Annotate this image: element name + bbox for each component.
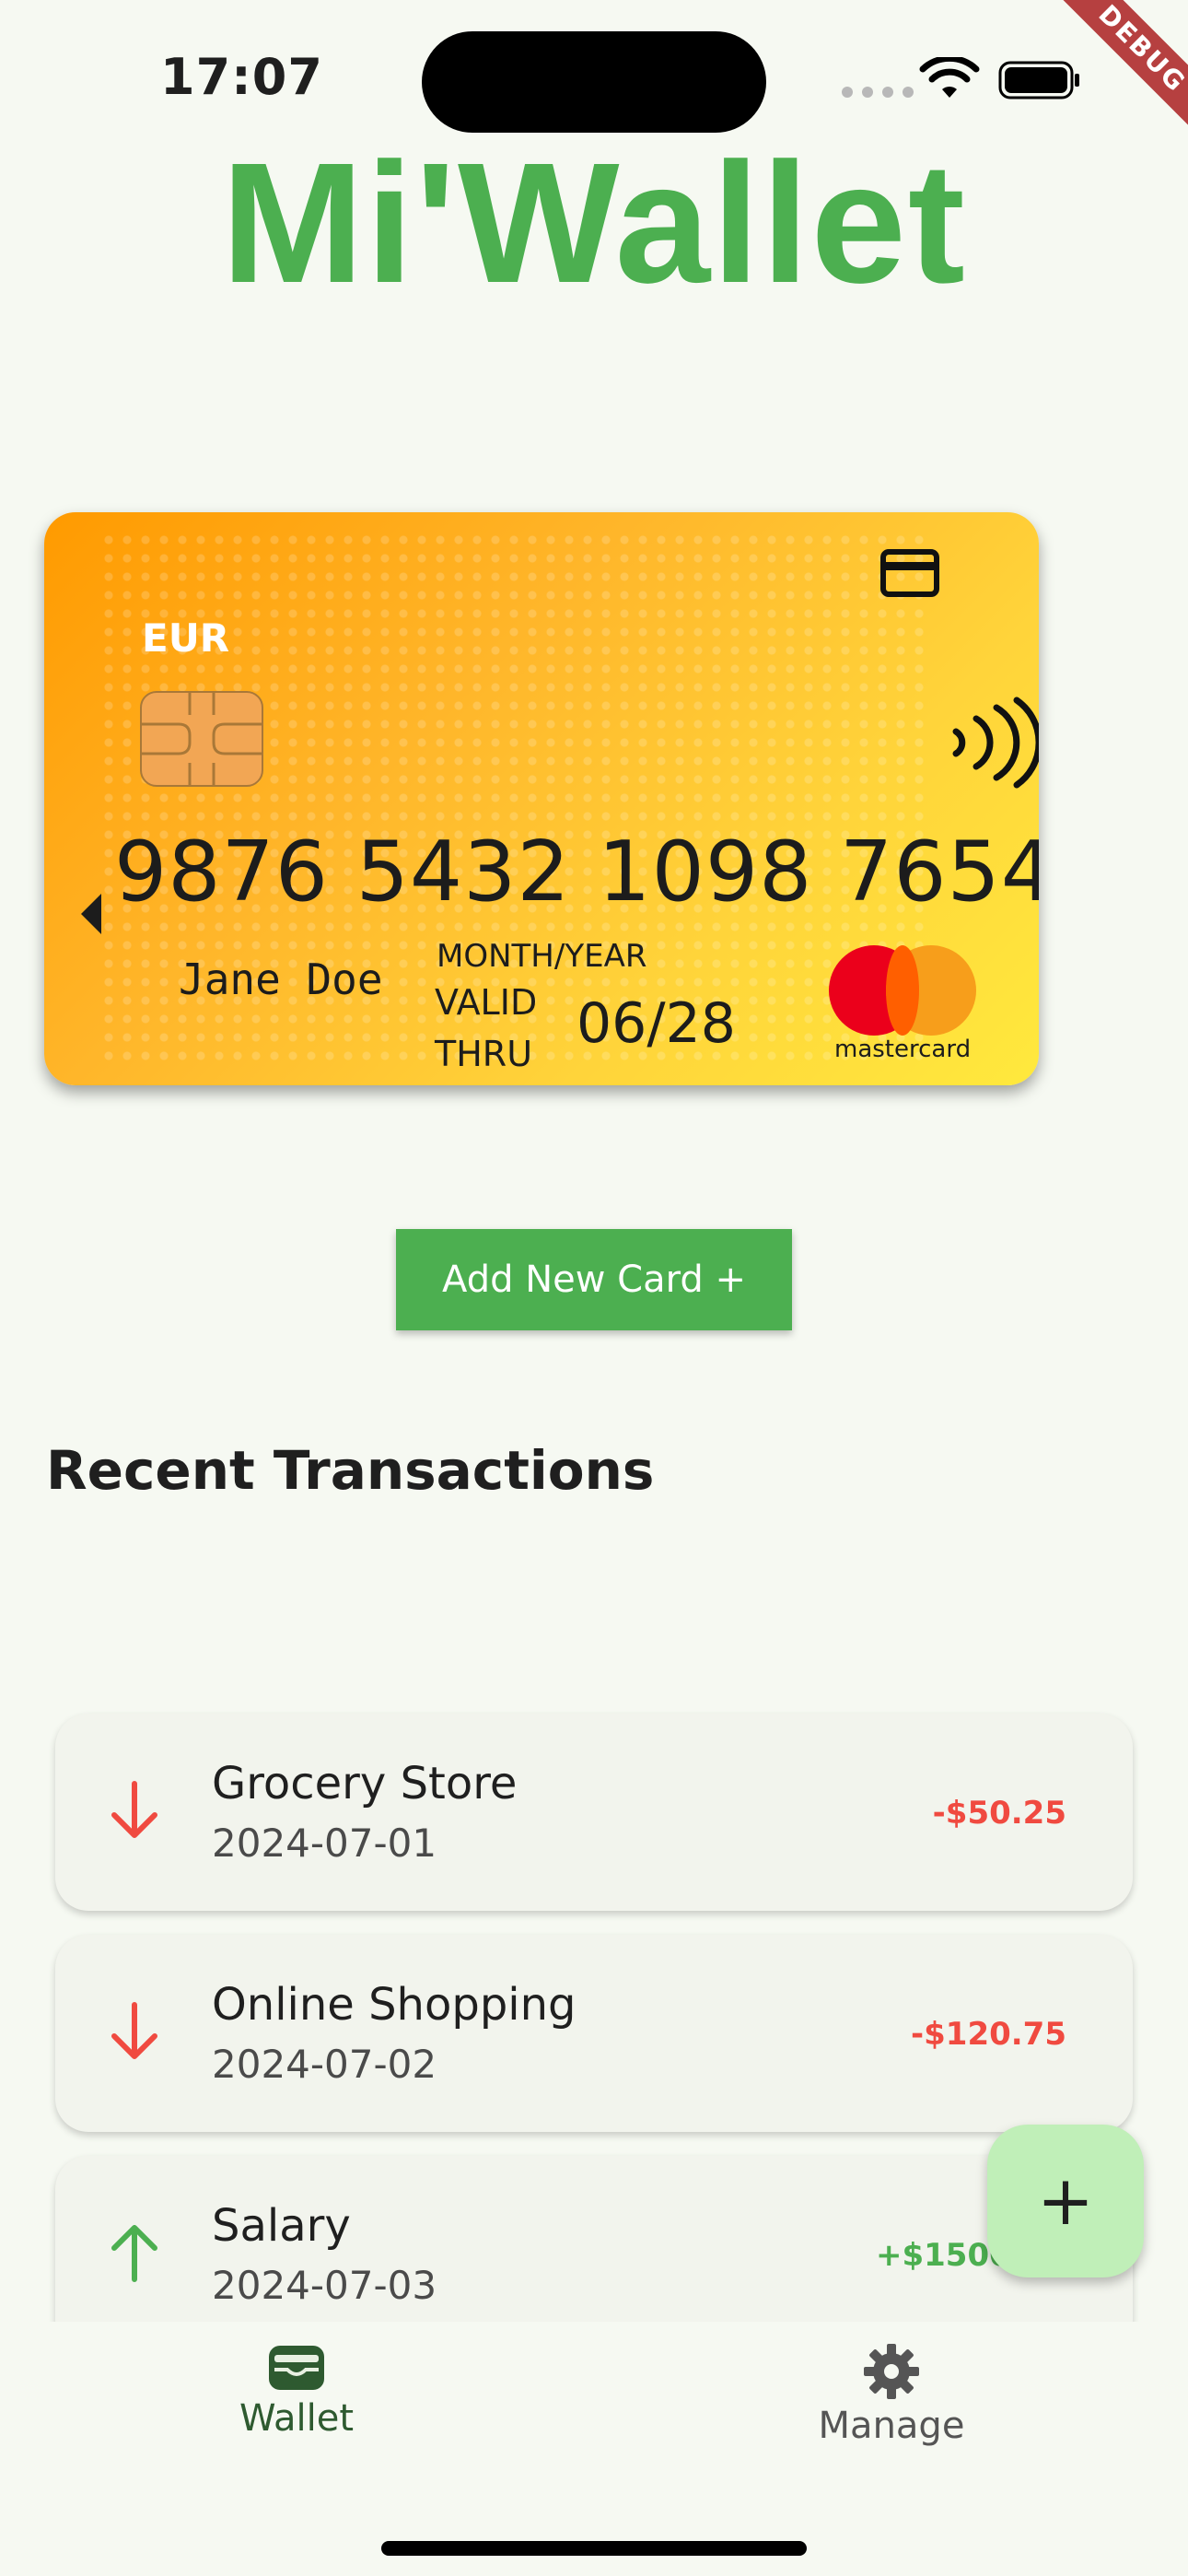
card-expiry: 06/28 bbox=[577, 991, 736, 1056]
transaction-date: 2024-07-02 bbox=[212, 2042, 437, 2087]
add-fab-button[interactable]: + bbox=[987, 2125, 1144, 2277]
transaction-amount: -$120.75 bbox=[911, 2016, 1066, 2053]
recent-transactions-title: Recent Transactions bbox=[46, 1439, 655, 1502]
nav-item-wallet[interactable]: Wallet bbox=[158, 2342, 435, 2440]
contactless-icon bbox=[952, 697, 1039, 789]
wifi-icon bbox=[919, 57, 980, 98]
card-brand-label: mastercard bbox=[834, 1036, 972, 1063]
mastercard-logo-icon bbox=[829, 945, 982, 1041]
transaction-title: Salary bbox=[212, 2200, 351, 2252]
gear-icon bbox=[864, 2344, 919, 2399]
transaction-row[interactable]: Online Shopping 2024-07-02 -$120.75 bbox=[55, 1935, 1133, 2132]
card-thru-label: THRU bbox=[435, 1034, 533, 1074]
cellular-signal-icon bbox=[842, 87, 914, 98]
credit-card[interactable]: EUR 9876 5432 1098 7654 Jane Doe MONTH/Y… bbox=[44, 512, 1039, 1085]
nav-item-manage[interactable]: Manage bbox=[753, 2342, 1030, 2447]
card-chip-icon bbox=[140, 691, 263, 787]
card-valid-label: VALID bbox=[435, 982, 538, 1023]
card-currency: EUR bbox=[142, 615, 230, 661]
card-month-year-label: MONTH/YEAR bbox=[437, 938, 647, 975]
card-prev-arrow-icon[interactable] bbox=[81, 894, 101, 934]
transaction-date: 2024-07-01 bbox=[212, 1821, 437, 1866]
battery-icon bbox=[998, 61, 1079, 100]
transaction-title: Grocery Store bbox=[212, 1758, 518, 1809]
arrow-down-icon bbox=[111, 1781, 157, 1838]
add-new-card-button[interactable]: Add New Card + bbox=[396, 1229, 792, 1330]
nav-label-manage: Manage bbox=[818, 2405, 965, 2447]
dynamic-island bbox=[422, 31, 766, 133]
transaction-amount: -$50.25 bbox=[932, 1795, 1066, 1832]
credit-card-icon bbox=[880, 549, 939, 597]
nav-label-wallet: Wallet bbox=[239, 2397, 355, 2440]
wallet-icon bbox=[269, 2346, 324, 2390]
app-title: Mi'Wallet bbox=[221, 128, 967, 319]
bottom-navigation: Wallet Manage bbox=[0, 2322, 1188, 2576]
arrow-down-icon bbox=[111, 2002, 157, 2059]
status-time: 17:07 bbox=[160, 48, 323, 106]
card-holder-name: Jane Doe bbox=[179, 954, 383, 1004]
transaction-date: 2024-07-03 bbox=[212, 2263, 437, 2308]
arrow-up-icon bbox=[111, 2225, 157, 2282]
home-indicator bbox=[381, 2541, 807, 2556]
transaction-title: Online Shopping bbox=[212, 1979, 577, 2031]
transaction-row[interactable]: Grocery Store 2024-07-01 -$50.25 bbox=[55, 1714, 1133, 1911]
card-number: 9876 5432 1098 7654 bbox=[114, 824, 1039, 920]
